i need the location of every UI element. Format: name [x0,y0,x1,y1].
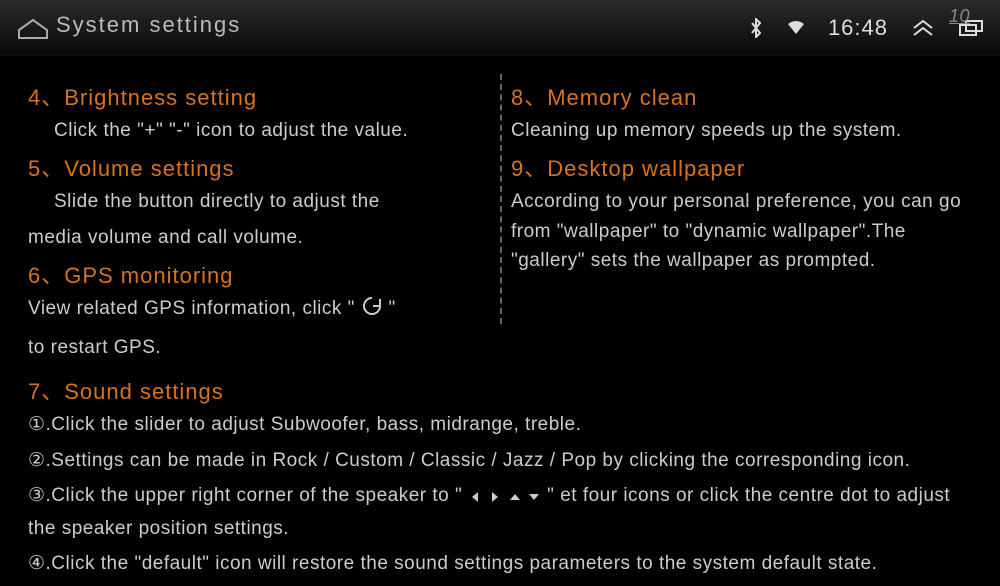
desc-brightness: Click the "+" "-" icon to adjust the val… [28,116,489,145]
page-title: System settings [56,12,241,38]
heading-brightness: 4、Brightness setting [28,80,489,112]
chevrons-up-icon[interactable] [910,19,936,37]
heading-volume: 5、Volume settings [28,151,489,183]
desc-volume-b: media volume and call volume. [28,223,489,252]
sound-section: 7、Sound settings ①.Click the slider to a… [28,374,972,578]
sound-item-3a: ③.Click the upper right corner of the sp… [28,485,462,506]
heading-gps: 6、GPS monitoring [28,258,489,290]
left-column: 4、Brightness setting Click the "+" "-" i… [28,74,489,368]
sound-item-1: ①.Click the slider to adjust Subwoofer, … [28,410,972,439]
desc-volume-a: Slide the button directly to adjust the [28,187,489,216]
desc-wallpaper: According to your personal preference, y… [511,187,972,275]
desc-gps-b: " [388,298,395,319]
desc-gps-line1: View related GPS information, click " " [28,294,489,326]
wifi-icon [786,20,806,36]
arrow-left-icon [468,484,482,513]
sound-item-2: ②.Settings can be made in Rock / Custom … [28,446,972,475]
home-outline-icon [16,16,50,40]
arrow-down-icon [527,484,541,513]
heading-sound: 7、Sound settings [28,374,972,406]
column-divider [500,74,502,324]
clock: 16:48 [828,15,888,41]
badge-number: 10 [949,6,970,27]
heading-memory: 8、Memory clean [511,80,972,112]
arrow-up-icon [508,484,522,513]
desc-memory: Cleaning up memory speeds up the system. [511,116,972,145]
desc-gps-a: View related GPS information, click " [28,298,355,319]
back-button[interactable] [16,16,50,40]
desc-gps-c: to restart GPS. [28,333,489,362]
content-area: 4、Brightness setting Click the "+" "-" i… [0,56,1000,586]
status-bar: System settings 16:48 10 [0,0,1000,56]
sound-item-4: ④.Click the "default" icon will restore … [28,549,972,578]
sound-item-3: ③.Click the upper right corner of the sp… [28,481,972,543]
arrow-right-icon [488,484,502,513]
bluetooth-icon [748,18,764,38]
right-column: 8、Memory clean Cleaning up memory speeds… [489,74,972,368]
refresh-icon [361,295,383,326]
heading-wallpaper: 9、Desktop wallpaper [511,151,972,183]
